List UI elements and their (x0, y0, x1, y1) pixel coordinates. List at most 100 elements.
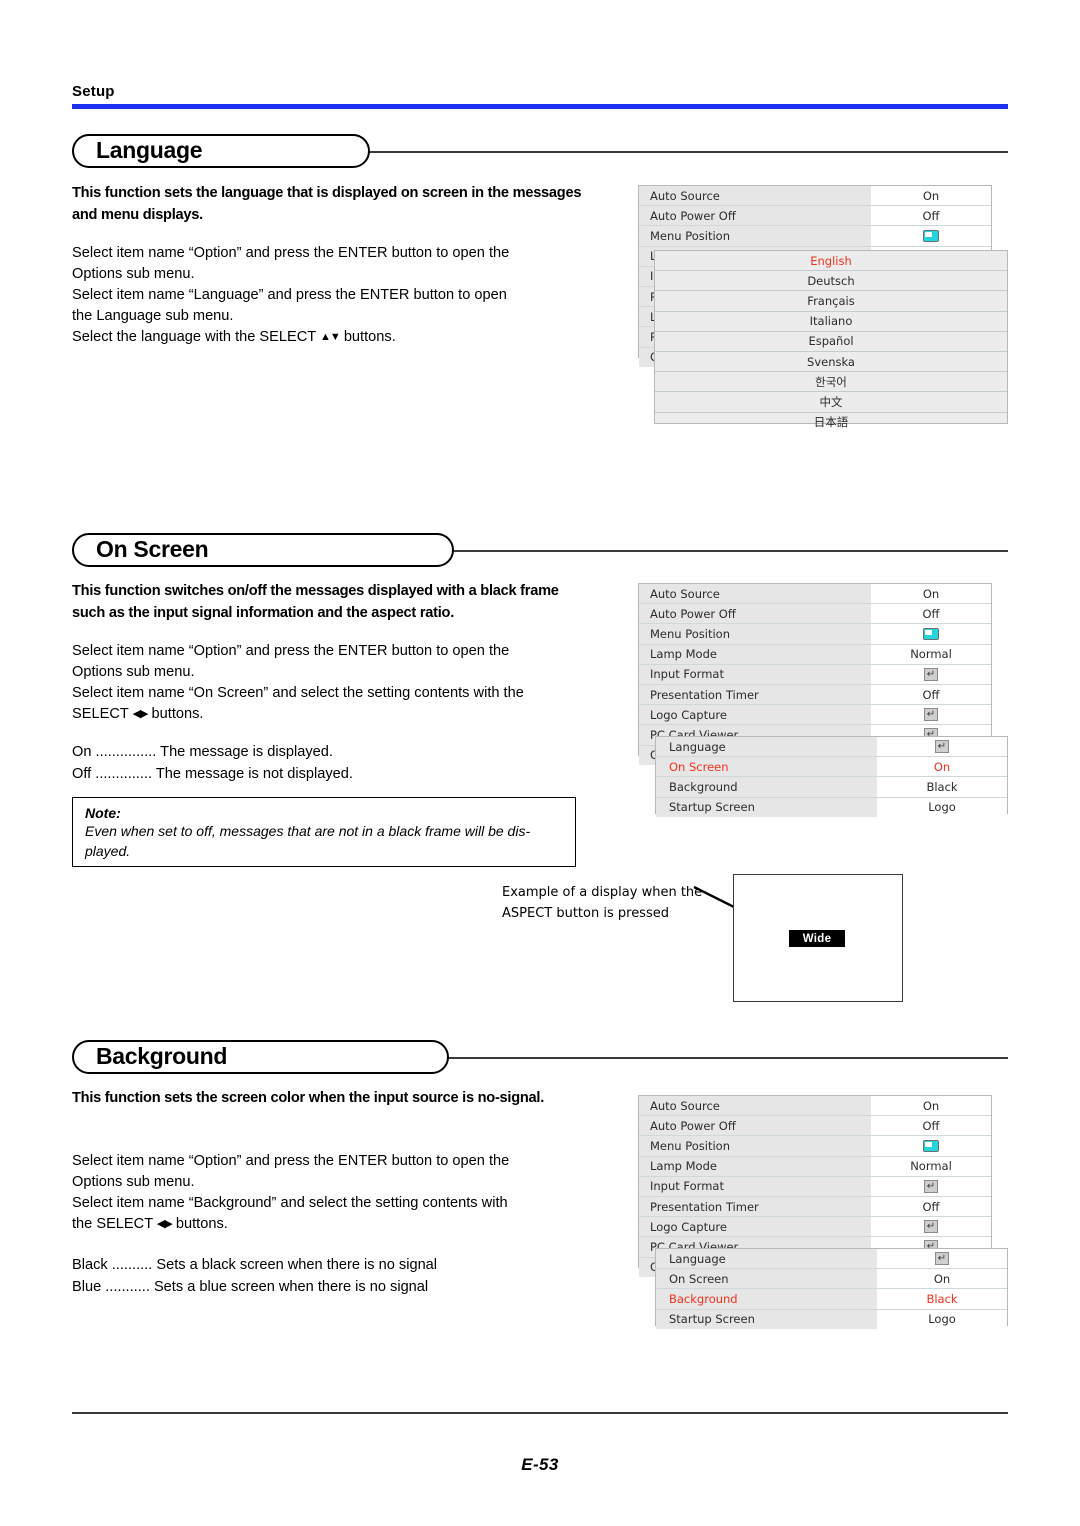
osd-subrow[interactable]: Language ↵ (656, 1249, 1007, 1270)
osd-row[interactable]: Input Format ↵ (639, 1176, 991, 1197)
background-def-blue-dots: ........... (105, 1279, 150, 1295)
aspect-example-caption-line1: Example of a display when the (502, 885, 703, 900)
background-intro-text: This function sets the screen color when… (72, 1090, 545, 1106)
osd-row[interactable]: Lamp ModeNormal (639, 644, 991, 665)
onscreen-def-off-dots: .............. (95, 766, 153, 782)
osd-option-submenu-onscreen[interactable]: Language ↵ On Screen On Background Black Start… (655, 736, 1008, 817)
osd-row[interactable]: Presentation TimerOff (639, 1196, 991, 1218)
enter-icon: ↵ (924, 1179, 938, 1193)
osd-row-value: ↵ (871, 1176, 991, 1196)
onscreen-step-4-post: buttons. (147, 706, 204, 722)
language-step-3: Select item name “Language” and press th… (72, 287, 507, 303)
language-option[interactable]: Deutsch (655, 271, 1007, 292)
onscreen-step-2: Options sub menu. (72, 664, 195, 680)
background-def-black-term: Black (72, 1257, 108, 1273)
language-option[interactable]: 中文 (655, 392, 1007, 413)
osd-row-value: On (871, 584, 991, 604)
osd-row[interactable]: Lamp ModeNormal (639, 1156, 991, 1177)
background-step-2: Options sub menu. (72, 1174, 195, 1190)
osd-row[interactable]: Auto Power Off Off (639, 206, 991, 227)
osd-row[interactable]: Logo Capture ↵ (639, 705, 991, 726)
osd-row-value: Logo (877, 1309, 1007, 1329)
osd-row-value: Normal (871, 644, 991, 664)
osd-row[interactable]: Auto Power Off Off (639, 1116, 991, 1137)
osd-row[interactable]: Menu Position (639, 624, 991, 645)
osd-row-label: Auto Source (639, 1096, 871, 1116)
onscreen-step-4-pre: SELECT (72, 706, 133, 722)
footer-rule (72, 1412, 1008, 1414)
onscreen-step-4: SELECT ◀▶ buttons. (72, 704, 586, 726)
language-step-5-pre: Select the language with the SELECT (72, 329, 320, 345)
osd-row[interactable]: Auto Source On (639, 1096, 991, 1117)
page-header-title: Setup (72, 83, 115, 100)
enter-icon: ↵ (924, 1220, 938, 1234)
osd-row-value (871, 624, 991, 644)
osd-row-label: Lamp Mode (639, 644, 871, 664)
osd-row-value: Off (871, 1196, 991, 1217)
osd-row-label: Input Format (639, 1176, 871, 1196)
osd-row-label: Menu Position (639, 226, 871, 246)
osd-row[interactable]: Auto Source On (639, 186, 991, 207)
menu-position-icon (923, 1139, 939, 1152)
osd-subrow[interactable]: Background Black (656, 777, 1007, 798)
language-option[interactable]: 日本語 (655, 413, 1007, 432)
osd-row-label: Background (656, 777, 877, 797)
header-rule (72, 104, 1008, 109)
background-def-black-dots: .......... (111, 1257, 153, 1273)
background-step-4-pre: the SELECT (72, 1216, 157, 1232)
osd-row-value: ↵ (871, 705, 991, 725)
section-title-language: Language (96, 136, 203, 163)
enter-icon: ↵ (924, 667, 938, 681)
osd-row[interactable]: Auto Power Off Off (639, 604, 991, 625)
osd-subrow[interactable]: On Screen On (656, 1269, 1007, 1290)
page-number: E-53 (521, 1455, 559, 1474)
osd-row[interactable]: Menu Position (639, 1136, 991, 1157)
language-intro-text: This function sets the language that is … (72, 185, 582, 223)
language-step-1: Select item name “Option” and press the … (72, 245, 510, 261)
language-option[interactable]: Español (655, 332, 1007, 352)
osd-row[interactable]: Menu Position (639, 226, 991, 247)
osd-row-value: ↵ (871, 1217, 991, 1237)
osd-language-submenu[interactable]: English Deutsch Français Italiano Español Sve… (654, 250, 1008, 429)
section-tab-onscreen: On Screen (72, 533, 454, 567)
enter-icon: ↵ (924, 708, 938, 722)
osd-row-value: Off (871, 206, 991, 226)
osd-row[interactable]: Logo Capture ↵ (639, 1217, 991, 1238)
menu-position-icon (923, 627, 939, 640)
onscreen-step-1: Select item name “Option” and press the … (72, 643, 510, 659)
osd-row-value: Off (871, 684, 991, 705)
osd-option-menu-onscreen[interactable]: Auto Source On Auto Power Off Off Menu Posit… (638, 583, 992, 765)
language-option[interactable]: Italiano (655, 312, 1007, 332)
onscreen-step-3: Select item name “On Screen” and select … (72, 685, 524, 701)
background-def-blue-desc: Sets a blue screen when there is no sign… (153, 1279, 429, 1295)
osd-row[interactable]: Input Format ↵ (639, 664, 991, 685)
language-option[interactable]: 한국어 (655, 372, 1007, 393)
osd-option-submenu-background[interactable]: Language ↵ On Screen On Background Black Start… (655, 1248, 1008, 1329)
osd-row-label: Language (656, 1249, 877, 1269)
osd-row[interactable]: Auto Source On (639, 584, 991, 605)
osd-row-value: Off (871, 1116, 991, 1136)
osd-subrow[interactable]: Startup Screen Logo (656, 797, 1007, 817)
osd-subrow[interactable]: Language ↵ (656, 737, 1007, 758)
osd-option-menu-background[interactable]: Auto Source On Auto Power Off Off Menu Posit… (638, 1095, 992, 1277)
section-background-heading: Background (72, 1040, 1008, 1076)
language-option-selected[interactable]: English (655, 251, 1007, 272)
osd-row-selected[interactable]: On Screen On (656, 757, 1007, 778)
select-leftright-arrows-icon: ◀▶ (132, 708, 149, 720)
language-option[interactable]: Français (655, 291, 1007, 312)
osd-row-label: Menu Position (639, 624, 871, 644)
onscreen-def-on-term: On (72, 744, 92, 760)
osd-row[interactable]: Presentation TimerOff (639, 684, 991, 706)
language-option[interactable]: Svenska (655, 352, 1007, 373)
section-title-onscreen: On Screen (96, 535, 209, 562)
osd-row-selected[interactable]: Background Black (656, 1289, 1007, 1310)
background-def-blue: Blue ........... Sets a blue screen when… (72, 1277, 586, 1299)
osd-subrow[interactable]: Startup Screen Logo (656, 1309, 1007, 1329)
osd-row-label: On Screen (656, 757, 877, 777)
osd-row-value: On (877, 1269, 1007, 1289)
select-updown-arrows-icon: ▲▼ (319, 331, 341, 343)
aspect-example-caption: Example of a display when the ASPECT but… (502, 882, 712, 924)
onscreen-intro-text: This function switches on/off the messag… (72, 583, 559, 621)
background-def-blue-term: Blue (72, 1279, 102, 1295)
osd-row-value: ↵ (877, 1249, 1007, 1269)
